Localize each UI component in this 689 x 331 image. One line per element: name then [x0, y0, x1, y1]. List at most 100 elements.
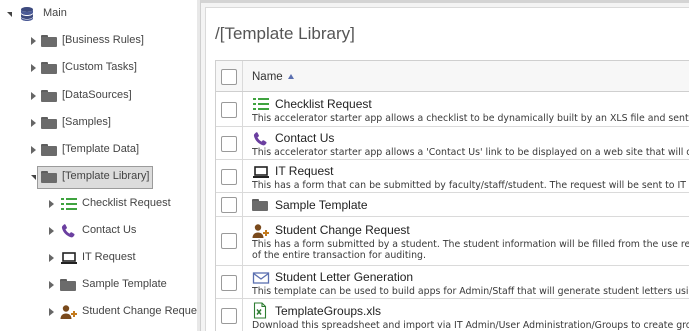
collapse-arrow-icon[interactable]: [47, 252, 55, 264]
row-description: Download this spreadsheet and import via…: [252, 320, 689, 331]
tree-node-label: [Custom Tasks]: [62, 61, 137, 73]
row-checkbox-cell: [216, 160, 243, 192]
collapse-arrow-icon[interactable]: [47, 279, 55, 291]
collapse-arrow-icon[interactable]: [29, 62, 37, 74]
row-checkbox-cell: [216, 299, 243, 331]
tree-node-label: Contact Us: [82, 224, 137, 236]
envelope-icon: [252, 270, 270, 286]
row-title-link[interactable]: TemplateGroups.xls: [275, 304, 381, 318]
tree-node-business-rules[interactable]: [Business Rules]: [29, 30, 194, 52]
collapse-arrow-icon[interactable]: [47, 225, 55, 237]
row-checkbox-cell: [216, 127, 243, 159]
grid-header: Name: [216, 61, 689, 92]
row-checkbox[interactable]: [221, 308, 237, 324]
collapse-arrow-icon[interactable]: [29, 90, 37, 102]
page-title: /[Template Library]: [215, 24, 355, 43]
row-title-link[interactable]: Checklist Request: [275, 97, 372, 111]
tree-node-label: [Template Data]: [62, 143, 140, 155]
tree-node-contact-us[interactable]: Contact Us: [47, 220, 197, 242]
row-title-link[interactable]: Contact Us: [275, 131, 334, 145]
grid-row[interactable]: Student Change Request This has a form s…: [216, 217, 689, 266]
content-area: /[Template Library] Name Checklist Reque…: [205, 7, 689, 331]
row-checkbox-cell: [216, 217, 243, 265]
tree-node-main[interactable]: Main: [5, 3, 185, 25]
tree-node-samples[interactable]: [Samples]: [29, 112, 194, 134]
excel-file-icon: [252, 302, 270, 319]
folder-icon: [41, 33, 59, 49]
laptop-icon: [252, 164, 270, 180]
row-checkbox[interactable]: [221, 233, 237, 249]
tree-node-student-change-request[interactable]: Student Change Reques: [47, 301, 197, 323]
row-checkbox-cell: [216, 92, 243, 126]
collapse-arrow-icon[interactable]: [29, 144, 37, 156]
phone-icon: [252, 131, 270, 147]
grid-row[interactable]: Checklist Request This accelerator start…: [216, 92, 689, 127]
collapse-arrow-icon[interactable]: [47, 306, 55, 318]
folder-icon: [41, 115, 59, 131]
select-all-checkbox[interactable]: [221, 69, 237, 85]
row-checkbox[interactable]: [221, 275, 237, 291]
header-checkbox-cell: [216, 61, 243, 91]
tree-node-it-request[interactable]: IT Request: [47, 247, 197, 269]
tree-node-template-library[interactable]: [Template Library]: [29, 166, 194, 188]
row-title-link[interactable]: Sample Template: [275, 198, 368, 212]
sort-ascending-icon: [287, 74, 294, 79]
tree-node-label: [DataSources]: [62, 89, 132, 101]
collapse-arrow-icon[interactable]: [29, 117, 37, 129]
folder-icon: [60, 277, 78, 293]
row-description: This accelerator starter app allows a 'C…: [252, 147, 689, 158]
content-panel: /[Template Library] Name Checklist Reque…: [200, 0, 689, 331]
folder-icon: [41, 142, 59, 158]
grid-row[interactable]: Contact Us This accelerator starter app …: [216, 127, 689, 160]
row-checkbox-cell: [216, 266, 243, 298]
row-checkbox[interactable]: [221, 136, 237, 152]
database-icon: [19, 6, 37, 22]
grid-row[interactable]: Sample Template: [216, 193, 689, 217]
checklist-icon: [252, 96, 270, 112]
row-description: of the entire transaction for auditing.: [252, 250, 426, 261]
navigation-tree: Main [Business Rules] [Custom Tasks] [Da…: [0, 0, 197, 331]
tree-node-template-data[interactable]: [Template Data]: [29, 139, 194, 161]
row-title-link[interactable]: Student Letter Generation: [275, 270, 413, 284]
column-header-label: Name: [252, 71, 283, 83]
user-add-icon: [252, 223, 270, 239]
tree-node-label: [Samples]: [62, 116, 111, 128]
template-grid: Name Checklist Request This accelerator …: [215, 60, 689, 331]
row-description: This has a form that can be submitted by…: [252, 180, 689, 191]
phone-icon: [60, 223, 78, 239]
tree-node-label: Checklist Request: [82, 197, 171, 209]
row-description: This accelerator starter app allows a ch…: [252, 113, 689, 124]
row-title-link[interactable]: Student Change Request: [275, 223, 410, 237]
grid-row[interactable]: IT Request This has a form that can be s…: [216, 160, 689, 193]
tree-node-custom-tasks[interactable]: [Custom Tasks]: [29, 57, 194, 79]
row-checkbox[interactable]: [221, 102, 237, 118]
grid-row[interactable]: TemplateGroups.xls Download this spreads…: [216, 299, 689, 331]
folder-icon: [252, 197, 270, 213]
user-add-icon: [60, 304, 78, 320]
tree-node-datasources[interactable]: [DataSources]: [29, 85, 194, 107]
grid-row[interactable]: Student Letter Generation This template …: [216, 266, 689, 299]
row-checkbox[interactable]: [221, 197, 237, 213]
tree-node-label: [Business Rules]: [62, 34, 144, 46]
row-checkbox[interactable]: [221, 169, 237, 185]
checklist-icon: [60, 196, 78, 212]
tree-node-checklist-request[interactable]: Checklist Request: [47, 193, 197, 215]
tree-node-label: Main: [43, 7, 67, 19]
row-checkbox-cell: [216, 193, 243, 216]
collapse-arrow-icon[interactable]: [29, 35, 37, 47]
folder-icon: [41, 88, 59, 104]
row-description: This has a form submitted by a student. …: [252, 239, 689, 250]
tree-node-label: [Template Library]: [62, 170, 150, 182]
column-header-name[interactable]: Name: [252, 71, 294, 83]
tree-node-sample-template[interactable]: Sample Template: [47, 274, 197, 296]
expand-icon[interactable]: [5, 8, 13, 20]
tree-node-label: IT Request: [82, 251, 136, 263]
row-description: This template can be used to build apps …: [252, 286, 689, 297]
folder-icon: [41, 60, 59, 76]
tree-node-label: Student Change Reques: [82, 305, 197, 317]
expand-icon[interactable]: [29, 171, 37, 183]
row-title-link[interactable]: IT Request: [275, 164, 333, 178]
tree-node-label: Sample Template: [82, 278, 167, 290]
collapse-arrow-icon[interactable]: [47, 198, 55, 210]
folder-icon: [41, 169, 59, 185]
